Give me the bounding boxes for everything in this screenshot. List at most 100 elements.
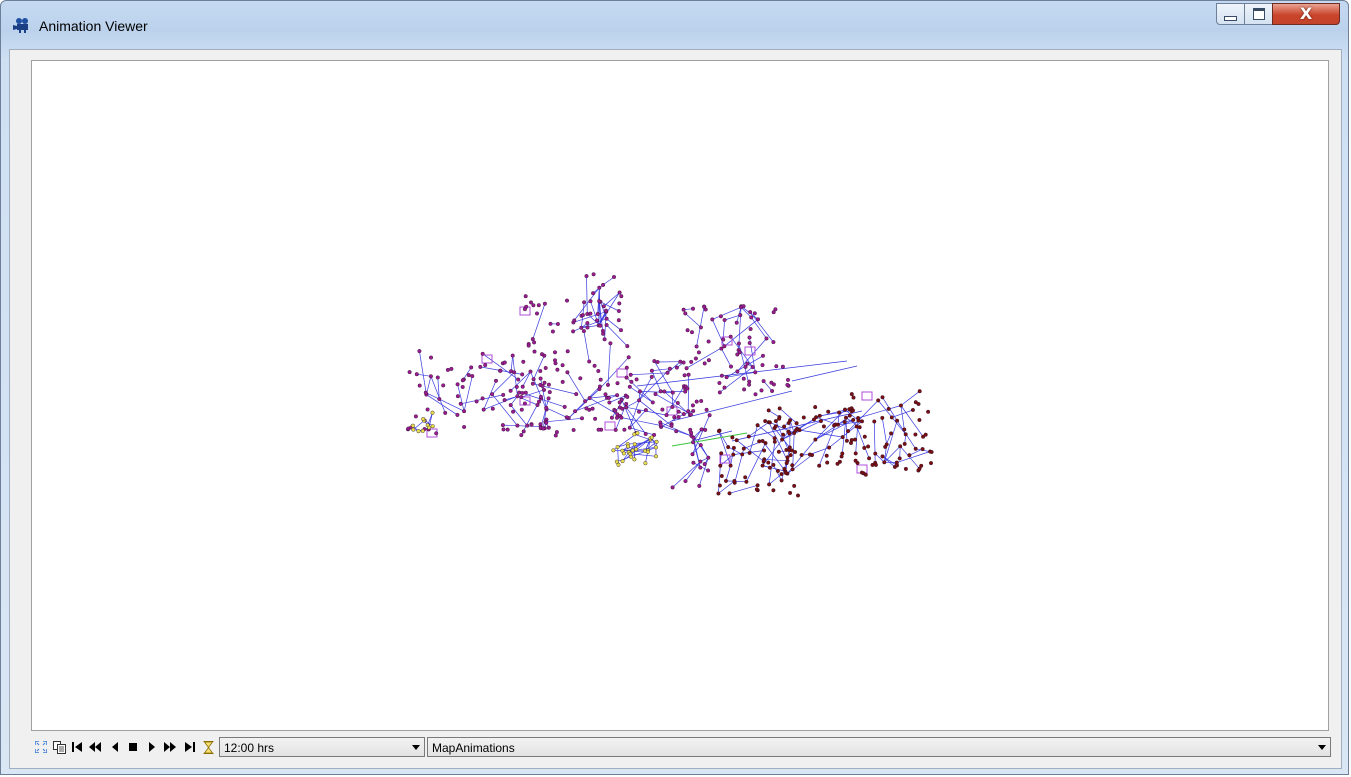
junction-node[interactable] xyxy=(621,451,626,456)
junction-node[interactable] xyxy=(929,461,934,466)
junction-node[interactable] xyxy=(683,479,688,484)
junction-node[interactable] xyxy=(654,454,659,459)
junction-node[interactable] xyxy=(624,405,629,410)
junction-node[interactable] xyxy=(895,463,900,468)
junction-node[interactable] xyxy=(788,418,793,423)
junction-node[interactable] xyxy=(413,414,418,419)
junction-node[interactable] xyxy=(555,367,560,372)
junction-node[interactable] xyxy=(445,367,450,372)
junction-node[interactable] xyxy=(411,427,416,432)
junction-node[interactable] xyxy=(773,419,778,424)
junction-node[interactable] xyxy=(536,303,541,308)
junction-node[interactable] xyxy=(706,339,711,344)
junction-node[interactable] xyxy=(684,366,689,371)
junction-node[interactable] xyxy=(917,418,922,423)
junction-node[interactable] xyxy=(782,466,787,471)
junction-node[interactable] xyxy=(903,432,908,437)
junction-node[interactable] xyxy=(722,318,727,323)
junction-node[interactable] xyxy=(620,459,625,464)
junction-node[interactable] xyxy=(555,322,560,327)
junction-node[interactable] xyxy=(596,427,601,432)
junction-node[interactable] xyxy=(691,440,696,445)
junction-node[interactable] xyxy=(580,416,585,421)
junction-node[interactable] xyxy=(603,392,608,397)
junction-node[interactable] xyxy=(694,399,699,404)
junction-node[interactable] xyxy=(919,463,924,468)
junction-node[interactable] xyxy=(707,413,712,418)
junction-node[interactable] xyxy=(523,294,528,299)
junction-node[interactable] xyxy=(734,320,739,325)
junction-node[interactable] xyxy=(638,389,643,394)
junction-node[interactable] xyxy=(851,395,856,400)
junction-node[interactable] xyxy=(501,427,506,432)
junction-node[interactable] xyxy=(595,318,600,323)
junction-node[interactable] xyxy=(813,405,818,410)
junction-node[interactable] xyxy=(540,352,545,357)
junction-node[interactable] xyxy=(694,344,699,349)
junction-node[interactable] xyxy=(724,375,729,380)
junction-node[interactable] xyxy=(698,459,703,464)
junction-node[interactable] xyxy=(462,425,467,430)
junction-node[interactable] xyxy=(693,356,698,361)
junction-node[interactable] xyxy=(826,409,831,414)
junction-node[interactable] xyxy=(793,450,798,455)
junction-node[interactable] xyxy=(689,430,694,435)
junction-node[interactable] xyxy=(613,427,618,432)
junction-node[interactable] xyxy=(832,423,837,428)
junction-node[interactable] xyxy=(779,472,784,477)
junction-node[interactable] xyxy=(540,384,545,389)
junction-node[interactable] xyxy=(729,364,734,369)
junction-node[interactable] xyxy=(546,396,551,401)
junction-node[interactable] xyxy=(722,385,727,390)
junction-node[interactable] xyxy=(634,377,639,382)
junction-node[interactable] xyxy=(859,470,864,475)
junction-node[interactable] xyxy=(702,462,707,467)
zoom-extents-icon[interactable] xyxy=(34,738,48,756)
junction-node[interactable] xyxy=(699,427,704,432)
junction-node[interactable] xyxy=(797,428,802,433)
junction-node[interactable] xyxy=(655,360,660,365)
junction-node[interactable] xyxy=(490,406,495,411)
junction-node[interactable] xyxy=(771,488,776,493)
junction-node[interactable] xyxy=(519,395,524,400)
junction-node[interactable] xyxy=(743,364,748,369)
junction-node[interactable] xyxy=(748,310,753,315)
junction-node[interactable] xyxy=(706,468,711,473)
junction-node[interactable] xyxy=(654,439,659,444)
junction-node[interactable] xyxy=(553,350,558,355)
junction-node[interactable] xyxy=(643,461,648,466)
junction-node[interactable] xyxy=(542,380,547,385)
junction-node[interactable] xyxy=(771,382,776,387)
junction-node[interactable] xyxy=(532,340,537,345)
junction-node[interactable] xyxy=(910,408,915,413)
junction-node[interactable] xyxy=(786,377,791,382)
junction-node[interactable] xyxy=(437,397,442,402)
junction-node[interactable] xyxy=(853,437,858,442)
junction-node[interactable] xyxy=(571,329,576,334)
junction-node[interactable] xyxy=(606,395,611,400)
network-map[interactable] xyxy=(32,61,1328,730)
junction-node[interactable] xyxy=(670,485,675,490)
junction-node[interactable] xyxy=(674,429,679,434)
junction-node[interactable] xyxy=(686,372,691,377)
junction-node[interactable] xyxy=(553,433,558,438)
junction-node[interactable] xyxy=(824,453,829,458)
close-button[interactable]: X xyxy=(1272,3,1340,25)
junction-node[interactable] xyxy=(782,424,787,429)
time-select[interactable]: 12:00 hrs xyxy=(219,737,425,757)
junction-node[interactable] xyxy=(732,479,737,484)
junction-node[interactable] xyxy=(889,415,894,420)
junction-node[interactable] xyxy=(777,406,782,411)
junction-node[interactable] xyxy=(717,390,722,395)
junction-node[interactable] xyxy=(821,424,826,429)
junction-node[interactable] xyxy=(624,375,629,380)
junction-node[interactable] xyxy=(532,349,537,354)
junction-node[interactable] xyxy=(886,406,891,411)
junction-node[interactable] xyxy=(738,313,743,318)
junction-node[interactable] xyxy=(781,432,786,437)
junction-node[interactable] xyxy=(591,272,596,277)
junction-node[interactable] xyxy=(632,442,637,447)
junction-node[interactable] xyxy=(760,363,765,368)
junction-node[interactable] xyxy=(889,431,894,436)
junction-node[interactable] xyxy=(817,463,822,468)
